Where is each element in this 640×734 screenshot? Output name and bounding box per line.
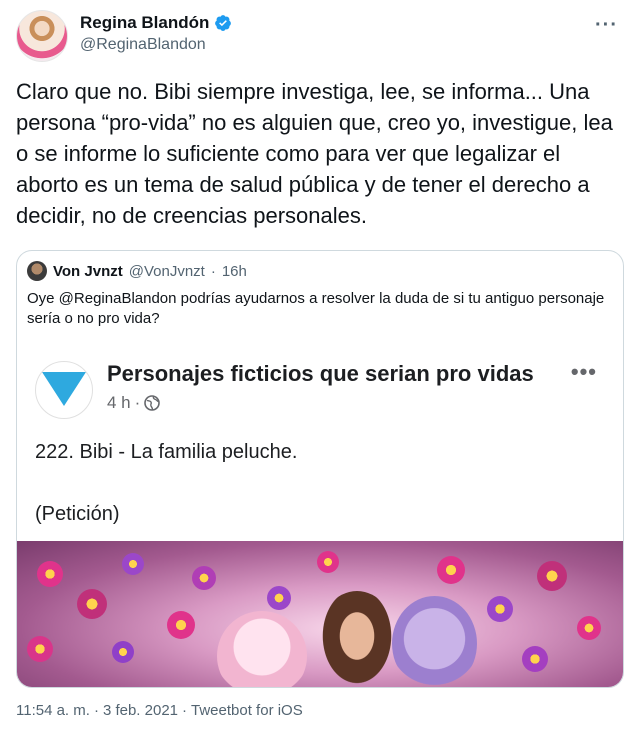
purple-teddy-bear bbox=[392, 596, 477, 687]
post-time-row: 4 h · bbox=[107, 393, 161, 413]
separator-dot: · bbox=[210, 262, 216, 280]
tweet-header: Regina Blandón @ReginaBlandon ··· bbox=[16, 10, 624, 62]
quoted-tweet[interactable]: Von Jvnzt @VonJvnzt · 16h Oye @ReginaBla… bbox=[16, 250, 624, 688]
tweet-date[interactable]: 3 feb. 2021 bbox=[103, 702, 178, 719]
more-horizontal-icon: ••• bbox=[570, 359, 597, 384]
pink-teddy-bear bbox=[217, 611, 307, 687]
author-display-name[interactable]: Regina Blandón bbox=[80, 13, 209, 33]
quoted-author-avatar bbox=[27, 261, 47, 281]
globe-icon bbox=[144, 395, 161, 411]
quoted-tweet-time: 16h bbox=[221, 262, 247, 280]
author-handle[interactable]: @ReginaBlandon bbox=[80, 36, 232, 54]
page-name: Personajes ficticios que serian pro vida… bbox=[107, 361, 534, 386]
separator-dot: · bbox=[182, 702, 188, 719]
girl-portrait bbox=[317, 591, 397, 687]
page-avatar bbox=[35, 361, 93, 419]
tweet-meta: 11:54 a. m. · 3 feb. 2021 · Tweetbot for iOS bbox=[16, 702, 303, 719]
quoted-author-handle: @VonJvnzt bbox=[128, 262, 205, 280]
tweet-text: Claro que no. Bibi siempre investiga, le… bbox=[16, 79, 613, 228]
quoted-tweet-text: Oye @ReginaBlandon podrías ayudarnos a r… bbox=[27, 290, 605, 327]
separator-dot: · bbox=[93, 702, 99, 719]
post-text-line-1: 222. Bibi - La familia peluche. bbox=[35, 441, 298, 463]
verified-badge-icon bbox=[215, 15, 232, 31]
author-name-block: Regina Blandón @ReginaBlandon bbox=[80, 13, 232, 54]
author-avatar[interactable] bbox=[16, 10, 68, 62]
facebook-post-screenshot: Personajes ficticios que serian pro vida… bbox=[17, 343, 623, 687]
blue-scarf-shape bbox=[42, 372, 86, 406]
post-time: 4 h bbox=[107, 393, 131, 412]
more-horizontal-icon[interactable]: ··· bbox=[595, 14, 618, 37]
tweet-source[interactable]: Tweetbot for iOS bbox=[191, 702, 303, 719]
post-photo bbox=[17, 541, 623, 687]
author-name-row: Regina Blandón bbox=[80, 13, 232, 33]
post-text-line-2: (Petición) bbox=[35, 503, 120, 525]
quoted-tweet-header: Von Jvnzt @VonJvnzt · 16h bbox=[27, 261, 247, 281]
quoted-author-name: Von Jvnzt bbox=[53, 262, 123, 280]
separator-dot: · bbox=[134, 393, 141, 412]
tweet-time[interactable]: 11:54 a. m. bbox=[16, 702, 90, 719]
